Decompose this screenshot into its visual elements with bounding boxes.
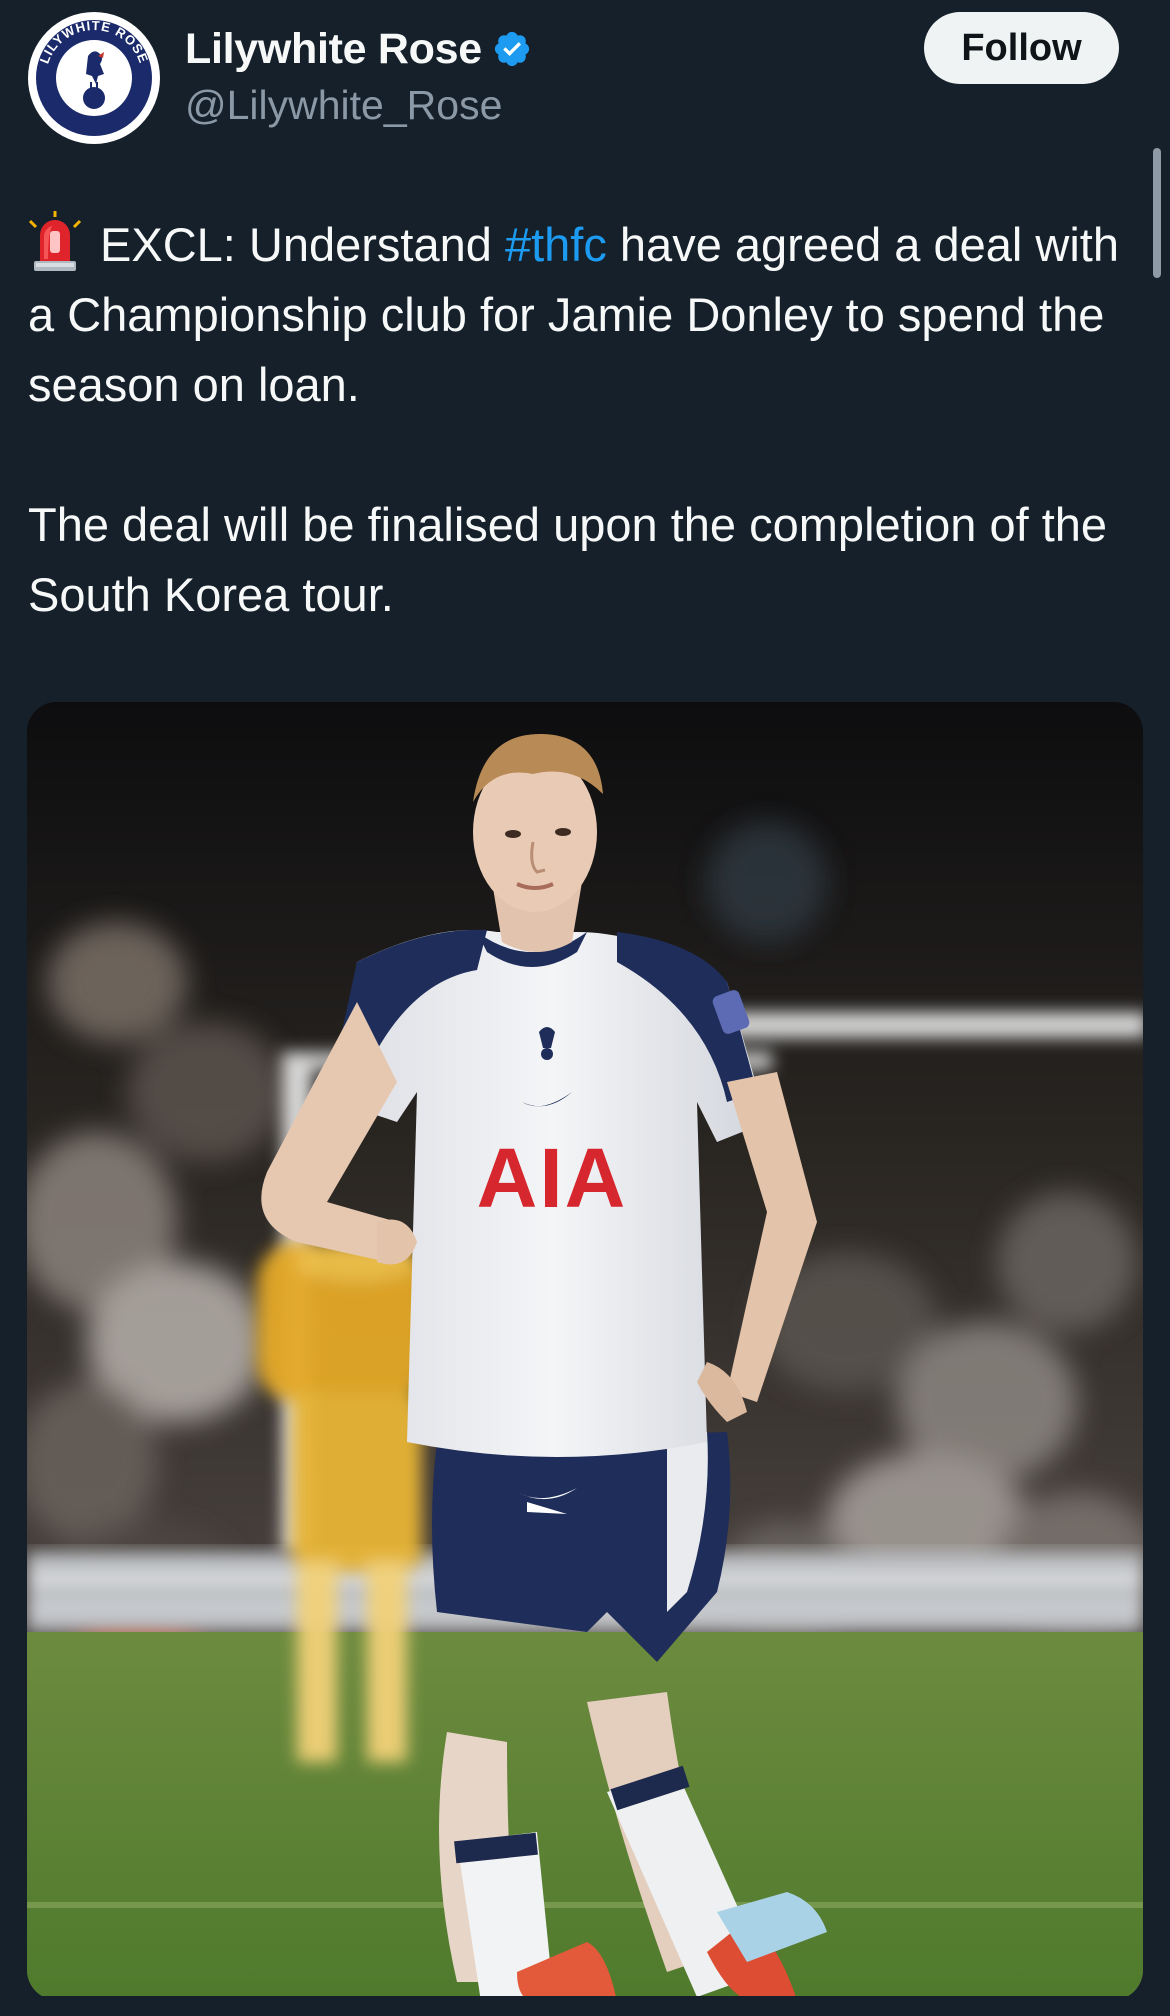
police-siren-icon [28, 211, 82, 273]
bottom-divider [0, 1996, 1170, 2016]
verified-badge-icon[interactable] [492, 29, 532, 69]
author-info: Lilywhite Rose @Lilywhite_Rose [185, 20, 532, 129]
lilywhite-rose-crest-icon: LILYWHITE ROSE THE STARS OF TOMORROW TOD… [30, 14, 158, 142]
tweet-text-segment: EXCL: Understand [100, 218, 505, 271]
tweet-header: LILYWHITE ROSE THE STARS OF TOMORROW TOD… [0, 0, 1170, 150]
display-name-row: Lilywhite Rose [185, 20, 532, 78]
tweet-photo[interactable]: AIA [27, 702, 1143, 2000]
photo-football-player: AIA [27, 702, 1143, 2000]
tweet-text: EXCL: Understand #thfc have agreed a dea… [28, 210, 1143, 630]
scrollbar[interactable] [1153, 148, 1161, 278]
display-name[interactable]: Lilywhite Rose [185, 25, 482, 74]
hashtag-link[interactable]: #thfc [505, 218, 607, 271]
follow-button[interactable]: Follow [924, 12, 1119, 84]
tweet-paragraph-1: EXCL: Understand #thfc have agreed a dea… [28, 210, 1143, 420]
avatar[interactable]: LILYWHITE ROSE THE STARS OF TOMORROW TOD… [28, 12, 160, 144]
shirt-sponsor-text: AIA [477, 1131, 628, 1225]
tweet-paragraph-2: The deal will be finalised upon the comp… [28, 498, 1108, 621]
author-handle[interactable]: @Lilywhite_Rose [185, 82, 532, 129]
